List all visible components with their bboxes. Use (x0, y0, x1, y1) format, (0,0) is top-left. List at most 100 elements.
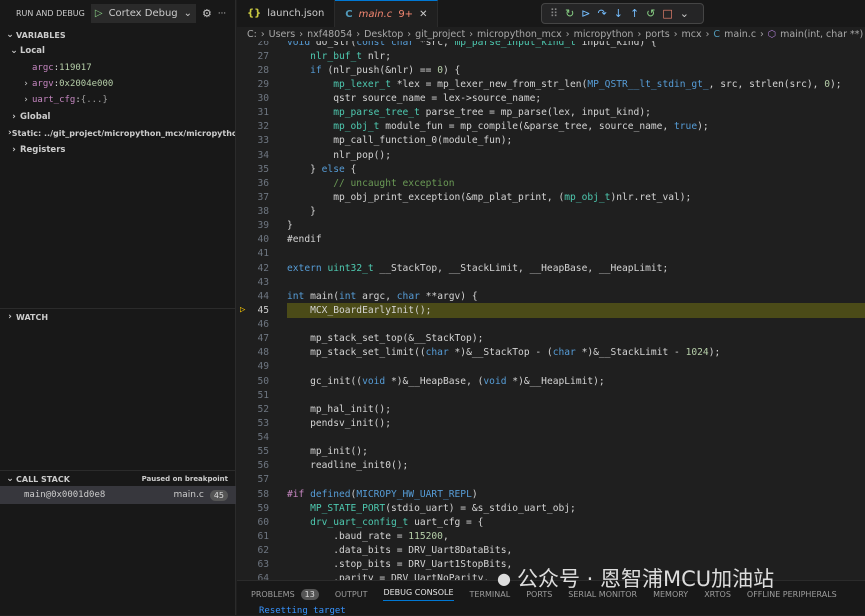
scope-registers[interactable]: › Registers (0, 141, 235, 157)
code-line[interactable]: 42 extern uint32_t __StackTop, __StackLim… (237, 261, 865, 275)
code-line[interactable]: 53 pendsv_init(); (237, 416, 865, 430)
drag-handle-icon[interactable]: ⠿ (550, 7, 558, 20)
code-editor[interactable]: 26 void do_str(const char *src, mp_parse_… (237, 35, 865, 580)
line-number: 40 (257, 234, 269, 246)
code-line[interactable]: 54 (237, 431, 865, 445)
scope-static[interactable]: › Static: ../git_project/micropython_mcx/… (0, 125, 235, 141)
code-line[interactable]: 40 #endif (237, 233, 865, 247)
code-line[interactable]: 57 (237, 473, 865, 487)
variable-item[interactable]: › uart_cfg: {...} (0, 92, 235, 108)
panel-tab[interactable]: DEBUG CONSOLE (383, 588, 454, 601)
code-token: *)&__HeapBase, ( (390, 375, 484, 387)
continue-icon[interactable]: ⊳ (581, 7, 590, 20)
breadcrumb-item[interactable]: Users (269, 29, 296, 40)
code-line[interactable]: 43 (237, 275, 865, 289)
code-token: mp_init(); (287, 446, 368, 458)
code-line[interactable]: 41 (237, 247, 865, 261)
tab-main-c[interactable]: Cmain.c 9+ ✕ (335, 0, 439, 27)
code-line[interactable]: 36 // uncaught exception (237, 176, 865, 190)
breadcrumb-item[interactable]: nxf48054 (307, 29, 352, 40)
code-line[interactable]: 31 mp_parse_tree_t parse_tree = mp_parse… (237, 106, 865, 120)
code-line[interactable]: 59 MP_STATE_PORT(stdio_uart) = &s_stdio_… (237, 501, 865, 515)
watch-section-header[interactable]: › WATCH (0, 309, 48, 325)
breadcrumb-item[interactable]: mcx (682, 29, 702, 40)
breadcrumb-item[interactable]: Desktop (364, 29, 403, 40)
line-number: 27 (257, 50, 269, 62)
code-token: mp_parse_tree_t (287, 107, 426, 119)
code-line[interactable]: 30 qstr source_name = lex->source_name; (237, 92, 865, 106)
variable-value: 0x2004e000 (59, 78, 114, 89)
breakpoint-arrow-icon[interactable]: ▷ (240, 305, 245, 315)
code-line[interactable]: 39} (237, 219, 865, 233)
breadcrumb-item[interactable]: C: (247, 29, 257, 40)
code-line[interactable]: 46 (237, 318, 865, 332)
code-line[interactable]: 52 mp_hal_init(); (237, 402, 865, 416)
code-line[interactable]: 44 int main(int argc, char **argv) { (237, 289, 865, 303)
code-line[interactable]: 27 nlr_buf_t nlr; (237, 49, 865, 63)
variable-item[interactable]: › argv: 0x2004e000 (0, 76, 235, 92)
code-line[interactable]: 28 if (nlr_push(&nlr) == 0) { (237, 63, 865, 77)
play-icon[interactable]: ▷ (95, 8, 103, 19)
scope-global[interactable]: › Global (0, 109, 235, 125)
code-line[interactable]: 55 mp_init(); (237, 445, 865, 459)
code-line[interactable]: 60 drv_uart_config_t uart_cfg = { (237, 515, 865, 529)
code-token: int (339, 290, 363, 302)
breadcrumb-item[interactable]: main(int, char **) (780, 29, 863, 40)
code-line[interactable]: ▷ 45 MCX_BoardEarlyInit(); (237, 303, 865, 318)
code-line[interactable]: 33 mp_call_function_0(module_fun); (237, 134, 865, 148)
line-number: 34 (257, 149, 269, 161)
pause-icon[interactable]: ↻ (565, 7, 574, 20)
line-number: 42 (257, 262, 269, 274)
code-line[interactable]: 58 #if defined(MICROPY_HW_UART_REPL) (237, 487, 865, 501)
code-line[interactable]: 37 mp_obj_print_exception(&mp_plat_print… (237, 190, 865, 204)
gear-icon[interactable]: ⚙ (202, 7, 212, 20)
code-token: #endif (287, 234, 322, 246)
panel-tab[interactable]: OUTPUT (335, 590, 368, 599)
line-number: 53 (257, 417, 269, 429)
launch-config-select[interactable]: ▷ Cortex Debug ⌄ (90, 4, 197, 23)
more-icon[interactable]: ··· (218, 9, 226, 19)
breadcrumb-item[interactable]: main.c (724, 29, 756, 40)
chevron-right-icon: › (760, 28, 764, 40)
code-line[interactable]: 35 } else { (237, 162, 865, 176)
code-line[interactable]: 62 .data_bits = DRV_Uart8DataBits, (237, 544, 865, 558)
code-token: *)&__StackLimit - (581, 347, 686, 359)
close-icon[interactable]: ✕ (419, 9, 427, 20)
code-line[interactable]: 61 .baud_rate = 115200, (237, 529, 865, 543)
step-over-icon[interactable]: ↷ (598, 7, 607, 20)
code-line[interactable]: 48 mp_stack_set_limit((char *)&__StackTo… (237, 346, 865, 360)
code-line[interactable]: 51 (237, 388, 865, 402)
breadcrumb-item[interactable]: micropython_mcx (477, 29, 562, 40)
frame-name: main@0x0001d0e8 (24, 490, 106, 500)
step-out-icon[interactable]: ↑ (630, 7, 639, 20)
code-token: .parity = DRV_UartNoParity, (287, 573, 490, 580)
breadcrumb-item[interactable]: micropython (574, 29, 634, 40)
stack-frame[interactable]: main@0x0001d0e8 main.c 45 (0, 486, 236, 504)
breadcrumb-item[interactable]: git_project (415, 29, 465, 40)
restart-icon[interactable]: ↺ (646, 7, 655, 20)
tab-launch-json[interactable]: {} launch.json (237, 0, 336, 27)
line-number: 56 (257, 460, 269, 472)
callstack-section-header[interactable]: ⌄ CALL STACK Paused on breakpoint (0, 471, 236, 487)
code-line[interactable]: 32 mp_obj_t module_fun = mp_compile(&par… (237, 120, 865, 134)
variables-section-header[interactable]: ⌄ VARIABLES (0, 27, 235, 43)
code-line[interactable]: 38 } (237, 205, 865, 219)
code-token: nlr; (367, 50, 391, 62)
code-line[interactable]: 49 (237, 360, 865, 374)
line-number: 54 (257, 432, 269, 444)
code-line[interactable]: 29 mp_lexer_t *lex = mp_lexer_new_from_s… (237, 77, 865, 91)
code-line[interactable]: 50 gc_init((void *)&__HeapBase, (void *)… (237, 374, 865, 388)
code-token: void (483, 375, 513, 387)
breadcrumb-item[interactable]: ports (645, 29, 669, 40)
chevron-down-icon[interactable]: ⌄ (680, 7, 689, 20)
chevron-right-icon: › (23, 95, 29, 106)
code-line[interactable]: 34 nlr_pop(); (237, 148, 865, 162)
panel-tab[interactable]: PROBLEMS 13 (251, 589, 319, 600)
code-line[interactable]: 47 mp_stack_set_top(&__StackTop); (237, 332, 865, 346)
code-line[interactable]: 56 readline_init0(); (237, 459, 865, 473)
variable-item[interactable]: argc: 119017 (0, 59, 235, 75)
scope-local[interactable]: ⌄ Local (0, 43, 235, 59)
stop-icon[interactable]: □ (662, 7, 672, 20)
step-into-icon[interactable]: ↓ (614, 7, 623, 20)
code-token: mp_obj_print_exception(&mp_plat_print, ( (287, 191, 565, 203)
